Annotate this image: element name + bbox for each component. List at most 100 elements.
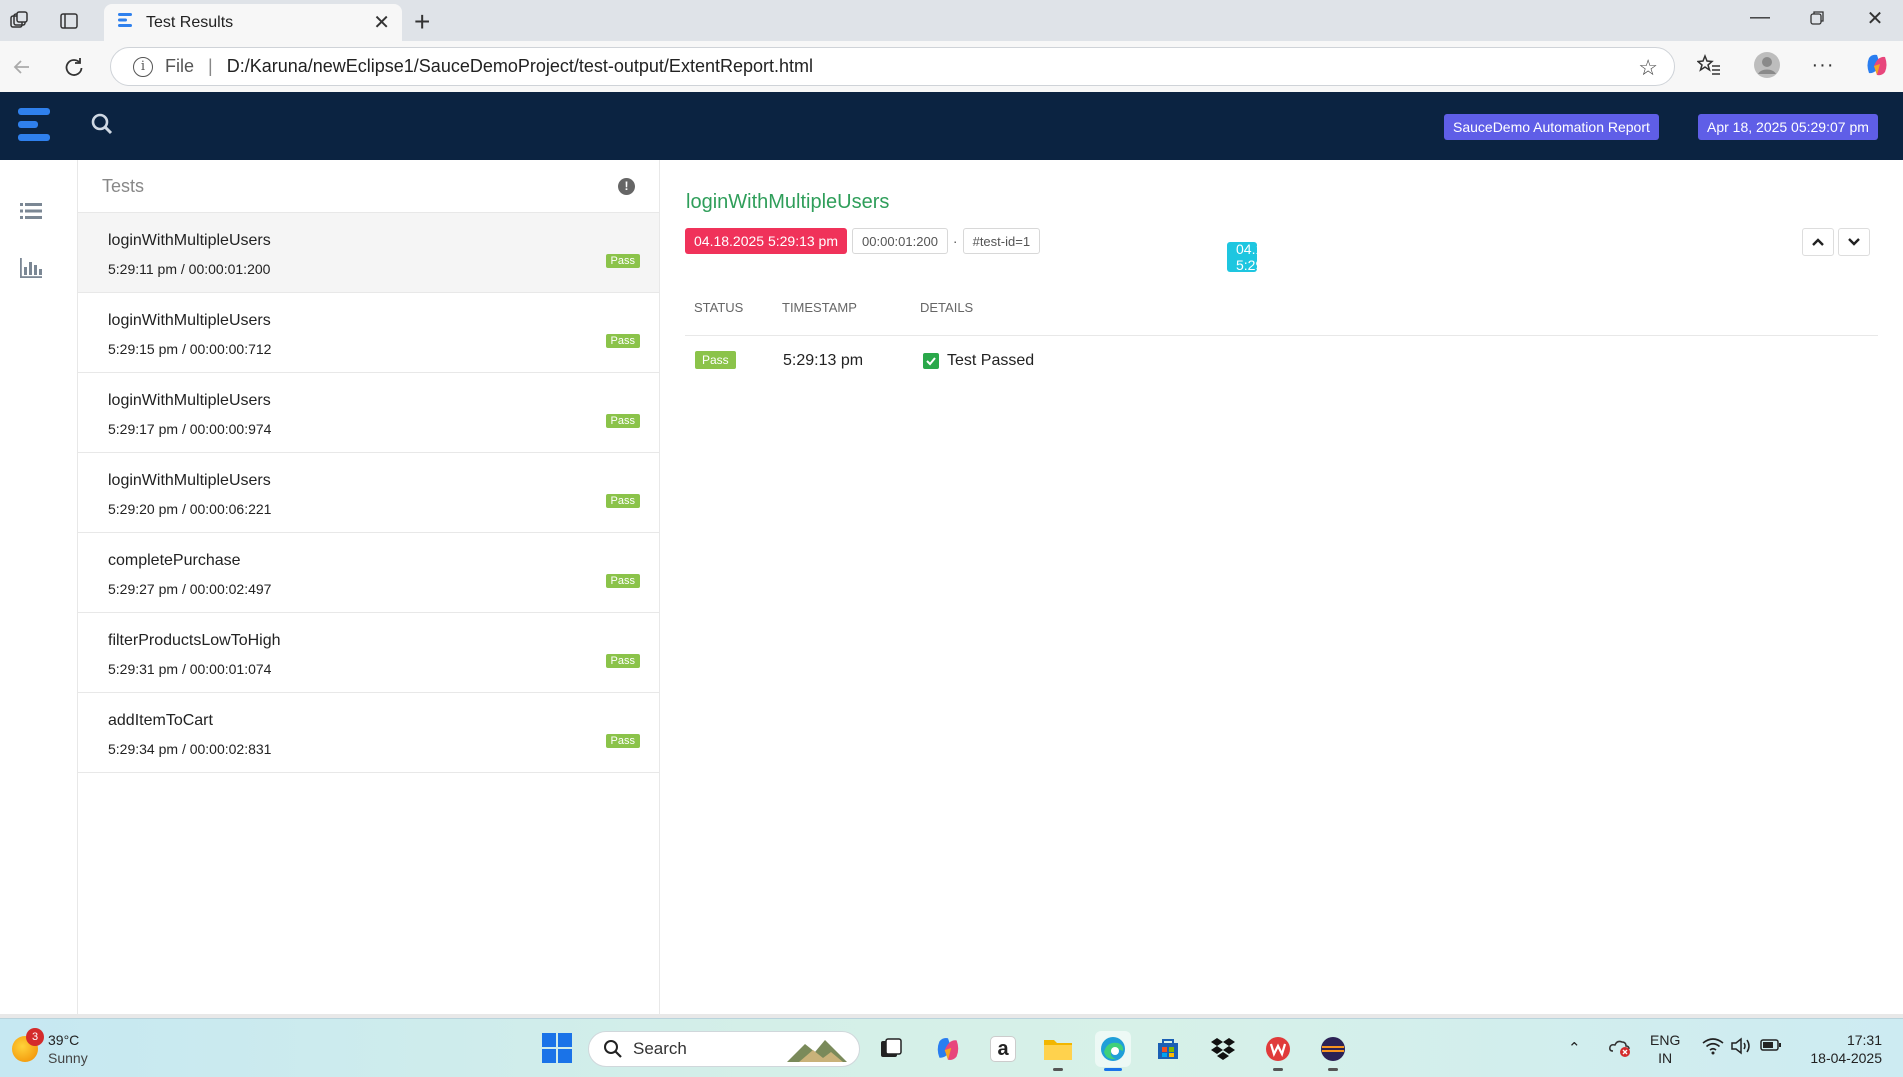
test-list-header: Tests !	[78, 160, 659, 213]
file-explorer-icon[interactable]	[1040, 1031, 1076, 1071]
test-time: 5:29:17 pm / 00:00:00:974	[108, 421, 272, 437]
wifi-icon[interactable]	[1702, 1037, 1724, 1059]
log-details-text: Test Passed	[947, 352, 1035, 369]
new-tab-icon[interactable]: +	[414, 6, 430, 38]
task-view-icon[interactable]	[873, 1031, 909, 1067]
amazon-app-icon[interactable]: a	[985, 1031, 1021, 1067]
eclipse-ide-icon[interactable]	[1315, 1031, 1351, 1071]
edge-browser-icon[interactable]	[1095, 1031, 1131, 1071]
duration-tag: 00:00:01:200	[852, 228, 948, 254]
tab-actions-icon[interactable]	[54, 8, 84, 34]
log-timestamp: 5:29:13 pm	[783, 352, 864, 369]
weather-notification-badge: 3	[26, 1028, 44, 1046]
browser-tab-bar: Test Results ✕ + — ✕	[0, 0, 1903, 41]
copilot-app-icon[interactable]	[930, 1031, 966, 1067]
microsoft-store-icon[interactable]	[1150, 1031, 1186, 1067]
restore-icon[interactable]	[1802, 6, 1832, 32]
test-list-item[interactable]: filterProductsLowToHigh 5:29:31 pm / 00:0…	[78, 613, 659, 693]
test-name: completePurchase	[108, 552, 241, 569]
status-badge: Pass	[605, 414, 640, 428]
dashboard-chart-icon[interactable]	[20, 258, 44, 278]
test-list-item[interactable]: completePurchase 5:29:27 pm / 00:00:02:49…	[78, 533, 659, 613]
search-icon[interactable]	[90, 112, 114, 141]
tag-separator: ·	[952, 233, 958, 249]
extent-logo	[18, 104, 54, 146]
address-bar[interactable]: i File | D:/Karuna/newEclipse1/SauceDemo…	[110, 47, 1675, 86]
close-tab-icon[interactable]: ✕	[373, 10, 390, 35]
test-time: 5:29:31 pm / 00:00:01:074	[108, 661, 272, 677]
checkmark-icon	[923, 353, 939, 369]
details-column-header: DETAILS	[920, 300, 974, 315]
exclamation-icon[interactable]: !	[618, 177, 635, 195]
timestamp-column-header: TIMESTAMP	[782, 300, 857, 315]
url-separator: |	[208, 56, 213, 76]
collapse-up-button[interactable]	[1802, 228, 1834, 256]
chevron-down-icon	[1848, 238, 1860, 246]
favorite-star-icon[interactable]: ☆	[1638, 55, 1658, 81]
dropbox-icon[interactable]	[1205, 1031, 1241, 1067]
region-code: IN	[1658, 1050, 1673, 1066]
test-name: loginWithMultipleUsers	[108, 312, 271, 329]
url-text[interactable]: D:/Karuna/newEclipse1/SauceDemoProject/t…	[227, 56, 813, 77]
test-name: loginWithMultipleUsers	[108, 472, 271, 489]
status-badge: Pass	[605, 494, 640, 508]
test-list-panel: Tests ! loginWithMultipleUsers 5:29:11 pm…	[78, 160, 660, 1014]
side-nav	[0, 160, 78, 1014]
taskbar-search[interactable]: Search	[588, 1031, 860, 1067]
test-name: loginWithMultipleUsers	[108, 392, 271, 409]
favorites-icon[interactable]	[1694, 50, 1724, 80]
info-icon[interactable]: i	[133, 56, 153, 77]
status-column-header: STATUS	[694, 300, 744, 315]
sun-icon: 3	[12, 1028, 44, 1062]
test-time: 5:29:27 pm / 00:00:02:497	[108, 581, 272, 597]
onedrive-error-icon[interactable]	[1608, 1037, 1632, 1061]
workspaces-icon[interactable]	[4, 8, 34, 34]
more-menu-icon[interactable]: ···	[1808, 50, 1838, 80]
tab-test-results[interactable]: Test Results ✕	[104, 4, 402, 41]
test-id-tag: #test-id=1	[962, 228, 1041, 254]
test-list-item[interactable]: loginWithMultipleUsers 5:29:15 pm / 00:00…	[78, 293, 659, 373]
copilot-icon[interactable]	[1862, 50, 1892, 80]
profile-avatar[interactable]	[1752, 50, 1782, 80]
log-row: Pass 5:29:13 pm Test Passed	[685, 336, 1878, 384]
test-name: filterProductsLowToHigh	[108, 632, 281, 649]
search-highlight-image	[787, 1040, 847, 1062]
test-list-item[interactable]: loginWithMultipleUsers 5:29:20 pm / 00:00…	[78, 453, 659, 533]
test-name: addItemToCart	[108, 712, 213, 729]
input-language-indicator[interactable]: ENG IN	[1650, 1031, 1680, 1067]
refresh-icon[interactable]	[60, 53, 88, 81]
test-list-item[interactable]: addItemToCart 5:29:34 pm / 00:00:02:831 Pa…	[78, 693, 659, 773]
test-detail-title: loginWithMultipleUsers	[686, 191, 890, 213]
test-list-item[interactable]: loginWithMultipleUsers 5:29:17 pm / 00:00…	[78, 373, 659, 453]
test-list-icon[interactable]	[20, 202, 44, 222]
clock-date: 18-04-2025	[1810, 1050, 1882, 1066]
language-code: ENG	[1650, 1032, 1681, 1048]
wps-office-icon[interactable]	[1260, 1031, 1296, 1071]
status-badge: Pass	[605, 254, 640, 268]
log-status-badge: Pass	[695, 351, 736, 369]
close-window-icon[interactable]: ✕	[1860, 6, 1890, 31]
weather-desc: Sunny	[48, 1050, 88, 1066]
weather-widget[interactable]: 3 39°C Sunny	[12, 1028, 88, 1067]
status-badge: Pass	[605, 574, 640, 588]
log-table-header: STATUS TIMESTAMP DETAILS	[685, 300, 1878, 336]
address-toolbar: i File | D:/Karuna/newEclipse1/SauceDemo…	[0, 41, 1903, 92]
minimize-icon[interactable]: —	[1745, 6, 1775, 29]
show-hidden-icons-icon[interactable]: ⌃	[1568, 1039, 1581, 1057]
end-time-tag: 04.18.2025 5:29:13 pm	[685, 228, 848, 254]
taskbar-search-label: Search	[633, 1039, 687, 1058]
volume-icon[interactable]	[1730, 1037, 1752, 1059]
report-name-badge: SauceDemo Automation Report	[1444, 114, 1659, 140]
log-details: Test Passed	[923, 352, 1034, 370]
expand-down-button[interactable]	[1838, 228, 1870, 256]
test-list-title: Tests	[102, 175, 145, 196]
back-icon[interactable]	[8, 53, 36, 81]
system-clock[interactable]: 17:31 18-04-2025	[1796, 1031, 1882, 1067]
battery-icon[interactable]	[1760, 1038, 1782, 1056]
windows-start-icon[interactable]	[542, 1033, 572, 1063]
report-date-badge: Apr 18, 2025 05:29:07 pm	[1698, 114, 1878, 140]
test-list-item[interactable]: loginWithMultipleUsers 5:29:11 pm / 00:00…	[78, 213, 659, 293]
test-time: 5:29:20 pm / 00:00:06:221	[108, 501, 272, 517]
windows-taskbar: 3 39°C Sunny Search a ⌃ ENG IN 17:31 18-…	[0, 1018, 1903, 1077]
report-header: SauceDemo Automation Report Apr 18, 2025…	[0, 92, 1903, 160]
